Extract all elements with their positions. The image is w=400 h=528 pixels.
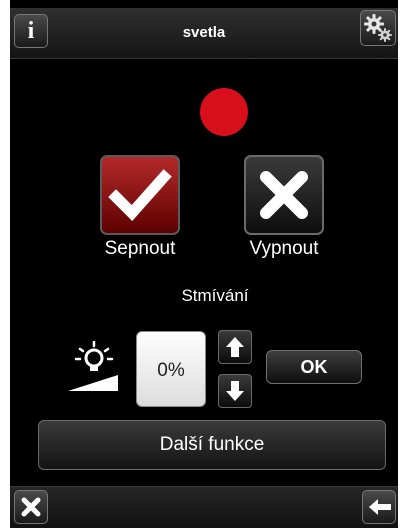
switch-on-label: Sepnout	[104, 238, 176, 259]
info-icon: i	[27, 18, 35, 44]
gears-icon	[364, 14, 392, 42]
dimming-value: 0%	[157, 360, 185, 381]
info-button[interactable]: i	[14, 14, 48, 48]
ok-button[interactable]: OK	[266, 350, 362, 384]
check-icon	[108, 169, 172, 222]
arrow-up-icon	[226, 337, 244, 357]
switch-on-button[interactable]	[100, 155, 180, 235]
app-frame: svetla i Sepnout Vypnout Stmívání 0% OK …	[10, 0, 398, 528]
back-button[interactable]	[362, 490, 396, 524]
dimming-label: Stmívání	[181, 286, 249, 305]
cross-icon	[260, 171, 308, 219]
dimmer-bulb-icon	[68, 341, 118, 391]
decrease-button[interactable]	[218, 374, 252, 408]
dimming-value-field[interactable]: 0%	[136, 331, 206, 407]
bottom-bar	[10, 486, 398, 528]
more-functions-button[interactable]: Další funkce	[38, 420, 386, 470]
page-title: svetla	[182, 24, 226, 41]
top-bar: svetla	[10, 8, 398, 59]
back-arrow-icon	[369, 499, 391, 515]
arrow-down-icon	[226, 381, 244, 401]
switch-off-button[interactable]	[244, 155, 324, 235]
switch-off-label: Vypnout	[249, 238, 319, 259]
status-indicator	[200, 88, 248, 136]
settings-button[interactable]	[360, 10, 396, 46]
close-icon	[21, 497, 41, 517]
increase-button[interactable]	[218, 330, 252, 364]
close-button[interactable]	[14, 490, 48, 524]
